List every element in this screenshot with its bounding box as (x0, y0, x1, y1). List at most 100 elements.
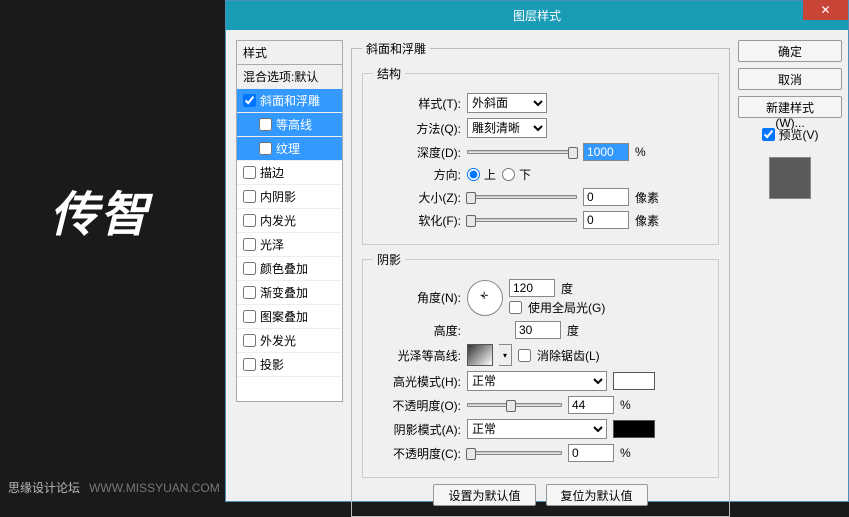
checkbox-bevel[interactable] (243, 94, 256, 107)
antialias-checkbox[interactable] (518, 349, 531, 362)
checkbox-inner-glow[interactable] (243, 214, 256, 227)
ok-button[interactable]: 确定 (738, 40, 842, 62)
checkbox-texture[interactable] (259, 142, 272, 155)
style-satin[interactable]: 光泽 (237, 233, 342, 257)
shadow-opacity-label: 不透明度(C): (373, 445, 461, 462)
preview-checkbox[interactable] (762, 128, 775, 141)
checkbox-inner-shadow[interactable] (243, 190, 256, 203)
new-style-button[interactable]: 新建样式(W)... (738, 96, 842, 118)
highlight-opacity-slider[interactable] (467, 403, 562, 407)
watermark: 思缘设计论坛 WWW.MISSYUAN.COM (8, 479, 220, 496)
style-label: 投影 (260, 356, 284, 373)
checkbox-pattern-overlay[interactable] (243, 310, 256, 323)
styles-column: 样式 混合选项:默认 斜面和浮雕 等高线 纹理 描边 内阴影 内发光 光泽 颜色… (236, 40, 343, 495)
checkbox-outer-glow[interactable] (243, 334, 256, 347)
shadow-mode-select[interactable]: 正常 (467, 419, 607, 439)
background-text: 传智 (50, 175, 150, 245)
style-label: 斜面和浮雕 (260, 92, 320, 109)
technique-select[interactable]: 雕刻清晰 (467, 118, 547, 138)
global-light-checkbox[interactable] (509, 301, 522, 314)
soften-slider[interactable] (467, 218, 577, 222)
checkbox-stroke[interactable] (243, 166, 256, 179)
preview-label: 预览(V) (779, 126, 819, 143)
angle-label: 角度(N): (373, 289, 461, 306)
direction-label: 方向: (373, 166, 461, 183)
style-label: 样式(T): (373, 95, 461, 112)
blending-options-row[interactable]: 混合选项:默认 (237, 65, 342, 89)
checkbox-gradient-overlay[interactable] (243, 286, 256, 299)
close-button[interactable]: ✕ (803, 0, 848, 20)
style-outer-glow[interactable]: 外发光 (237, 329, 342, 353)
close-icon: ✕ (820, 3, 830, 17)
titlebar[interactable]: 图层样式 ✕ (226, 1, 848, 30)
set-default-button[interactable]: 设置为默认值 (433, 484, 535, 506)
preview-swatch (769, 157, 811, 199)
right-column: 确定 取消 新建样式(W)... 预览(V) (738, 40, 842, 495)
style-label: 渐变叠加 (260, 284, 308, 301)
style-label: 内发光 (260, 212, 296, 229)
style-label: 描边 (260, 164, 284, 181)
technique-label: 方法(Q): (373, 120, 461, 137)
checkbox-color-overlay[interactable] (243, 262, 256, 275)
bevel-legend: 斜面和浮雕 (362, 40, 430, 57)
dir-up-label: 上 (484, 166, 496, 183)
altitude-input[interactable] (515, 321, 561, 339)
structure-fieldset: 结构 样式(T): 外斜面 方法(Q): 雕刻清晰 深度(D): % (362, 65, 719, 245)
style-inner-shadow[interactable]: 内阴影 (237, 185, 342, 209)
style-contour[interactable]: 等高线 (237, 113, 342, 137)
style-stroke[interactable]: 描边 (237, 161, 342, 185)
gloss-dropdown-icon[interactable]: ▾ (499, 344, 512, 366)
style-label: 纹理 (276, 140, 300, 157)
global-light-label: 使用全局光(G) (528, 299, 605, 316)
style-bevel-emboss[interactable]: 斜面和浮雕 (237, 89, 342, 113)
soften-unit: 像素 (635, 212, 659, 229)
style-pattern-overlay[interactable]: 图案叠加 (237, 305, 342, 329)
shadow-opacity-slider[interactable] (467, 451, 562, 455)
shadow-color-swatch[interactable] (613, 420, 655, 438)
size-input[interactable] (583, 188, 629, 206)
angle-wheel[interactable]: ✛ (467, 280, 503, 316)
layer-style-dialog: 图层样式 ✕ 样式 混合选项:默认 斜面和浮雕 等高线 纹理 描边 内阴影 内发… (225, 0, 849, 502)
style-gradient-overlay[interactable]: 渐变叠加 (237, 281, 342, 305)
angle-input[interactable] (509, 279, 555, 297)
watermark-url: WWW.MISSYUAN.COM (89, 481, 220, 495)
structure-legend: 结构 (373, 65, 405, 82)
soften-input[interactable] (583, 211, 629, 229)
shadow-mode-label: 阴影模式(A): (373, 421, 461, 438)
style-label: 图案叠加 (260, 308, 308, 325)
style-label: 光泽 (260, 236, 284, 253)
style-select[interactable]: 外斜面 (467, 93, 547, 113)
gloss-label: 光泽等高线: (373, 347, 461, 364)
highlight-mode-select[interactable]: 正常 (467, 371, 607, 391)
center-column: 斜面和浮雕 结构 样式(T): 外斜面 方法(Q): 雕刻清晰 深度(D): (351, 40, 730, 495)
shading-legend: 阴影 (373, 251, 405, 268)
style-texture[interactable]: 纹理 (237, 137, 342, 161)
checkbox-contour[interactable] (259, 118, 272, 131)
cancel-button[interactable]: 取消 (738, 68, 842, 90)
bevel-emboss-fieldset: 斜面和浮雕 结构 样式(T): 外斜面 方法(Q): 雕刻清晰 深度(D): (351, 40, 730, 517)
direction-down-radio[interactable] (502, 168, 515, 181)
highlight-opacity-label: 不透明度(O): (373, 397, 461, 414)
reset-default-button[interactable]: 复位为默认值 (546, 484, 648, 506)
shadow-opacity-input[interactable] (568, 444, 614, 462)
shadow-opacity-unit: % (620, 446, 631, 460)
highlight-color-swatch[interactable] (613, 372, 655, 390)
depth-slider[interactable] (467, 150, 577, 154)
style-color-overlay[interactable]: 颜色叠加 (237, 257, 342, 281)
watermark-site: 思缘设计论坛 (8, 481, 80, 495)
style-inner-glow[interactable]: 内发光 (237, 209, 342, 233)
style-label: 内阴影 (260, 188, 296, 205)
shading-fieldset: 阴影 角度(N): ✛ 度 使用全局光(G) (362, 251, 719, 478)
antialias-label: 消除锯齿(L) (537, 347, 600, 364)
highlight-opacity-input[interactable] (568, 396, 614, 414)
size-slider[interactable] (467, 195, 577, 199)
style-drop-shadow[interactable]: 投影 (237, 353, 342, 377)
checkbox-satin[interactable] (243, 238, 256, 251)
altitude-label: 高度: (373, 322, 461, 339)
checkbox-drop-shadow[interactable] (243, 358, 256, 371)
soften-label: 软化(F): (373, 212, 461, 229)
gloss-contour-picker[interactable] (467, 344, 493, 366)
size-unit: 像素 (635, 189, 659, 206)
direction-up-radio[interactable] (467, 168, 480, 181)
depth-input[interactable] (583, 143, 629, 161)
